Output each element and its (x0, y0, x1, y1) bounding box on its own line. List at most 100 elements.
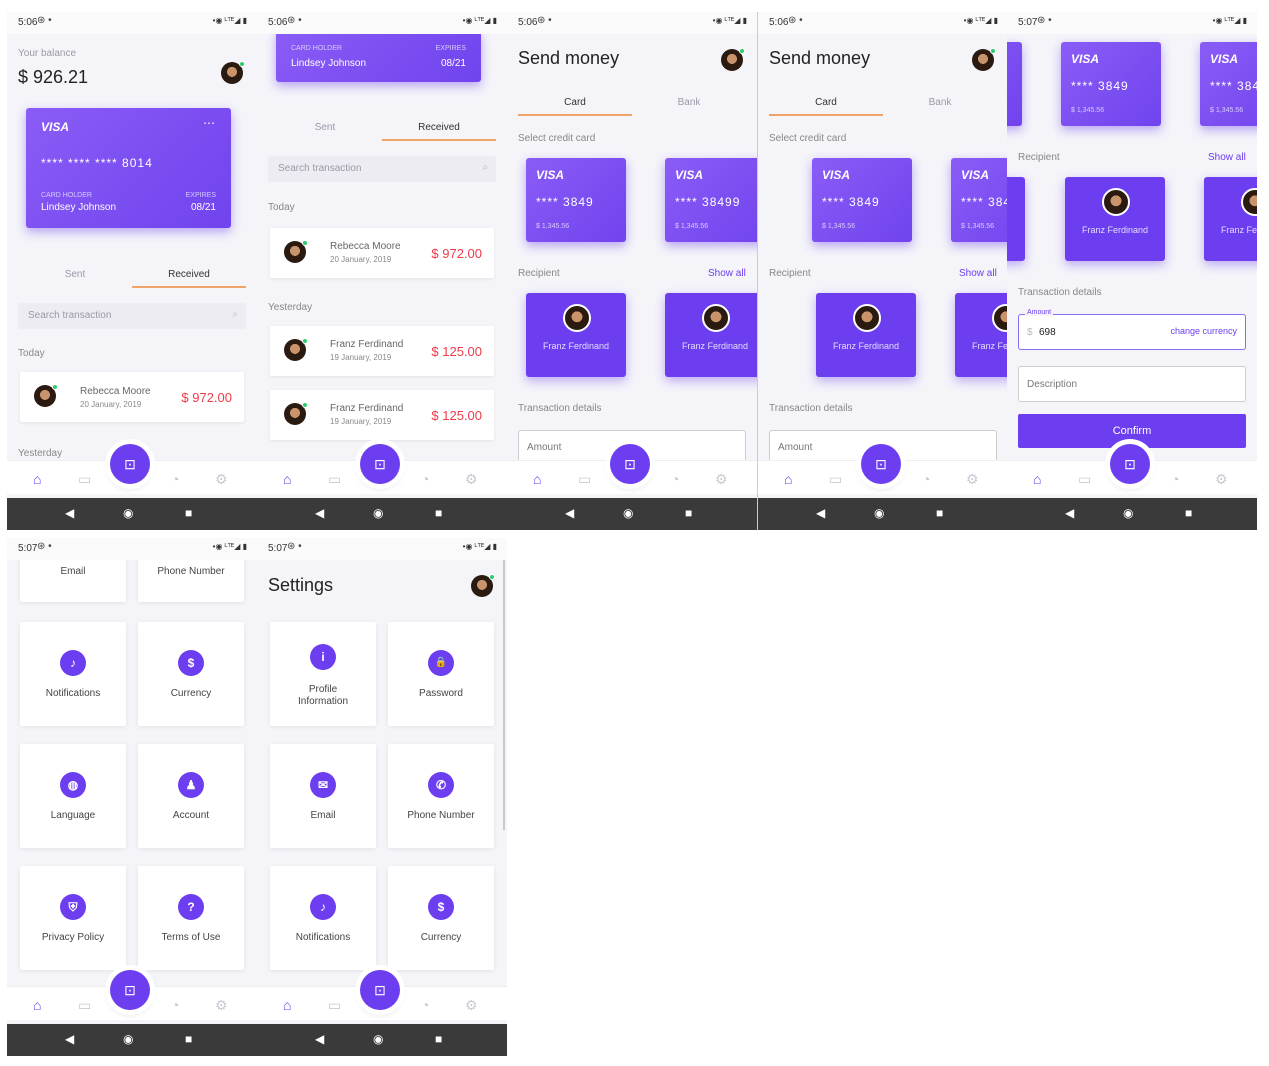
home-icon[interactable]: ⌂ (283, 471, 291, 487)
settings-icon[interactable]: ⚙ (215, 471, 228, 488)
recipient-card[interactable]: Franz Ferdinand (816, 293, 916, 377)
settings-icon[interactable]: ⚙ (715, 471, 728, 488)
credit-card[interactable]: VISA **** 38499 $ 1,345.56 (665, 158, 757, 242)
send-money-button[interactable]: ⊡ (360, 444, 400, 484)
change-currency-link[interactable]: change currency (1170, 326, 1237, 336)
send-money-button[interactable]: ⊡ (360, 970, 400, 1010)
recent-icon[interactable]: ■ (1185, 506, 1192, 520)
settings-tile-privacy[interactable]: ⛨ Privacy Policy (20, 866, 126, 970)
send-money-button[interactable]: ⊡ (110, 970, 150, 1010)
settings-icon[interactable]: ⚙ (215, 997, 228, 1014)
wallet-icon[interactable]: ▭ (578, 471, 591, 488)
recent-icon[interactable]: ■ (435, 506, 442, 520)
show-all-link[interactable]: Show all (708, 268, 746, 279)
home-icon[interactable]: ⌂ (33, 471, 41, 487)
recipient-card[interactable]: Franz Ferdinand (526, 293, 626, 377)
recent-icon[interactable]: ■ (185, 506, 192, 520)
settings-tile-notifications[interactable]: ♪ Notifications (20, 622, 126, 726)
tab-received[interactable]: Received (132, 269, 246, 280)
settings-tile-terms[interactable]: ? Terms of Use (138, 866, 244, 970)
send-money-button[interactable]: ⊡ (110, 444, 150, 484)
more-icon[interactable]: ⋯ (203, 116, 215, 130)
credit-card[interactable]: VISA **** 3849 $ 1,345.56 (1061, 42, 1161, 126)
home-circle-icon[interactable]: ◉ (123, 506, 133, 520)
show-all-link[interactable]: Show all (1208, 152, 1246, 163)
back-icon[interactable]: ◀ (315, 1032, 324, 1046)
chart-icon[interactable]: ◔ (421, 471, 429, 487)
credit-card[interactable]: CARD HOLDER Lindsey Johnson EXPIRES 08/2… (276, 30, 481, 82)
home-circle-icon[interactable]: ◉ (373, 1032, 383, 1046)
settings-tile-profile[interactable]: i Profile Information (270, 622, 376, 726)
search-input[interactable]: Search transaction ⌕ (18, 303, 246, 329)
home-circle-icon[interactable]: ◉ (623, 506, 633, 520)
home-circle-icon[interactable]: ◉ (373, 506, 383, 520)
settings-tile-email[interactable]: ✉ Email (270, 744, 376, 848)
credit-card[interactable]: VISA **** 3849 $ 1,345.56 (1200, 42, 1257, 126)
settings-tile-language[interactable]: ◍ Language (20, 744, 126, 848)
back-icon[interactable]: ◀ (65, 506, 74, 520)
home-icon[interactable]: ⌂ (533, 471, 541, 487)
recipient-card[interactable] (1007, 177, 1025, 261)
transaction-row[interactable]: Rebecca Moore 20 January, 2019 $ 972.00 (270, 228, 494, 278)
settings-icon[interactable]: ⚙ (465, 997, 478, 1014)
wallet-icon[interactable]: ▭ (1078, 471, 1091, 488)
recent-icon[interactable]: ■ (435, 1032, 442, 1046)
settings-icon[interactable]: ⚙ (1215, 471, 1228, 488)
chart-icon[interactable]: ◔ (421, 997, 429, 1013)
back-icon[interactable]: ◀ (565, 506, 574, 520)
tab-card[interactable]: Card (518, 97, 632, 108)
back-icon[interactable]: ◀ (315, 506, 324, 520)
wallet-icon[interactable]: ▭ (328, 471, 341, 488)
avatar[interactable] (471, 574, 495, 597)
chart-icon[interactable]: ◔ (922, 471, 930, 487)
chart-icon[interactable]: ◔ (171, 471, 179, 487)
scrollbar[interactable] (503, 560, 505, 830)
transaction-row[interactable]: Franz Ferdinand 19 January, 2019 $ 125.0… (270, 390, 494, 440)
wallet-icon[interactable]: ▭ (829, 471, 842, 488)
search-input[interactable]: Search transaction ⌕ (268, 156, 496, 182)
recent-icon[interactable]: ■ (936, 506, 943, 520)
back-icon[interactable]: ◀ (65, 1032, 74, 1046)
send-money-button[interactable]: ⊡ (610, 444, 650, 484)
description-field[interactable]: Description (1018, 366, 1246, 402)
home-icon[interactable]: ⌂ (283, 997, 291, 1013)
home-circle-icon[interactable]: ◉ (1123, 506, 1133, 520)
recipient-card[interactable]: Franz Ferdinand (955, 293, 1007, 377)
settings-icon[interactable]: ⚙ (966, 471, 979, 488)
recipient-card[interactable]: Franz Ferdinand (1204, 177, 1257, 261)
credit-card[interactable]: VISA **** 3849 $ 1,345.56 (951, 158, 1007, 242)
amount-field[interactable]: Amount $ 698 change currency (1018, 309, 1246, 350)
credit-card[interactable] (1007, 42, 1022, 126)
wallet-icon[interactable]: ▭ (78, 471, 91, 488)
credit-card[interactable]: VISA **** 3849 $ 1,345.56 (812, 158, 912, 242)
avatar[interactable] (721, 48, 745, 71)
recent-icon[interactable]: ■ (685, 506, 692, 520)
settings-tile-account[interactable]: ♟ Account (138, 744, 244, 848)
tab-sent[interactable]: Sent (18, 269, 132, 280)
credit-card[interactable]: VISA **** 3849 $ 1,345.56 (526, 158, 626, 242)
show-all-link[interactable]: Show all (959, 268, 997, 279)
avatar[interactable] (972, 48, 996, 71)
tab-bank[interactable]: Bank (883, 97, 997, 108)
home-circle-icon[interactable]: ◉ (123, 1032, 133, 1046)
settings-tile-phone[interactable]: ✆ Phone Number (388, 744, 494, 848)
credit-card[interactable]: VISA ⋯ **** **** **** 8014 CARD HOLDER L… (26, 108, 231, 228)
send-money-button[interactable]: ⊡ (861, 444, 901, 484)
home-icon[interactable]: ⌂ (33, 997, 41, 1013)
transaction-row[interactable]: Rebecca Moore 20 January, 2019 $ 972.00 (20, 372, 244, 422)
send-money-button[interactable]: ⊡ (1110, 444, 1150, 484)
settings-icon[interactable]: ⚙ (465, 471, 478, 488)
chart-icon[interactable]: ◔ (671, 471, 679, 487)
recipient-card[interactable]: Franz Ferdinand (665, 293, 757, 377)
confirm-button[interactable]: Confirm (1018, 414, 1246, 448)
transaction-row[interactable]: Franz Ferdinand 19 January, 2019 $ 125.0… (270, 326, 494, 376)
settings-tile-notifications[interactable]: ♪ Notifications (270, 866, 376, 970)
tab-received[interactable]: Received (382, 122, 496, 133)
home-icon[interactable]: ⌂ (1033, 471, 1041, 487)
tab-bank[interactable]: Bank (632, 97, 746, 108)
settings-tile-currency[interactable]: $ Currency (388, 866, 494, 970)
home-circle-icon[interactable]: ◉ (874, 506, 884, 520)
back-icon[interactable]: ◀ (816, 506, 825, 520)
wallet-icon[interactable]: ▭ (328, 997, 341, 1014)
home-icon[interactable]: ⌂ (784, 471, 792, 487)
